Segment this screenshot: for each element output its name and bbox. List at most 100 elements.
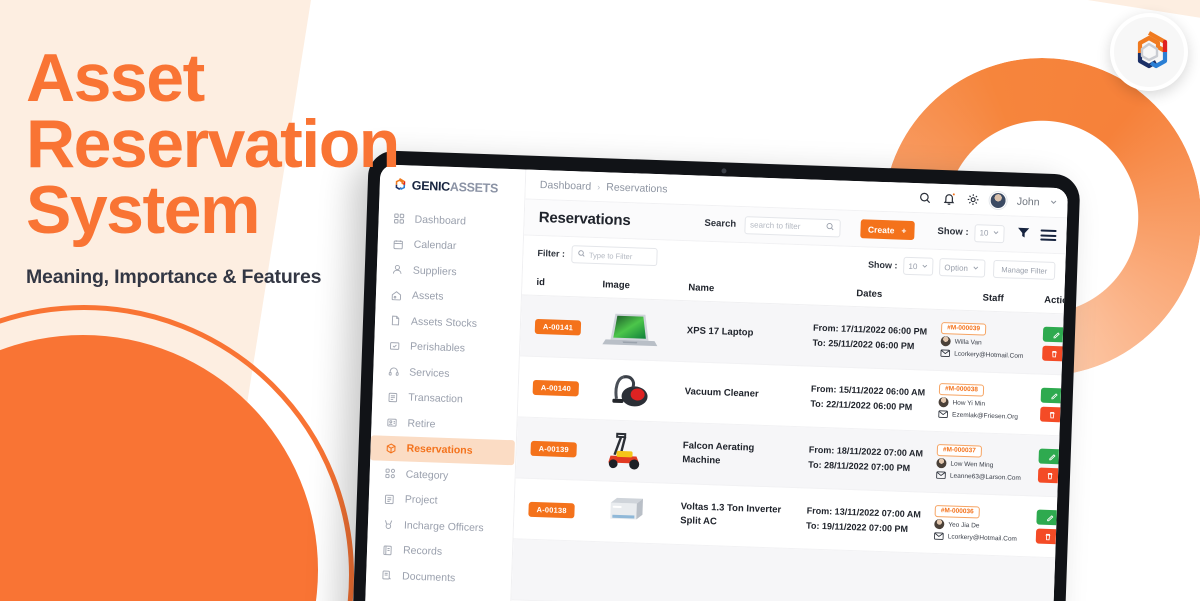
column-header-action: Action — [1043, 294, 1069, 307]
id-card-icon — [385, 416, 398, 429]
filter-label: Filter : — [537, 247, 566, 259]
hero-title-line2: System — [26, 171, 260, 248]
poster-stage: Asset Reservation System Meaning, Import… — [0, 0, 1200, 601]
project-icon — [383, 492, 396, 505]
brand-badge-logo — [1110, 13, 1188, 91]
show-count-select[interactable]: 10 — [974, 223, 1005, 243]
edit-button[interactable]: Edit — [1038, 448, 1064, 466]
staff-email: Leanne63@Larson.Com — [949, 472, 1021, 482]
delete-label: Delet — [1055, 532, 1064, 542]
top-bar-actions: John — [918, 189, 1058, 211]
chevron-down-icon — [992, 229, 999, 238]
row-name: XPS 17 Laptop — [686, 325, 754, 339]
delete-label: Delet — [1057, 471, 1064, 481]
app-screen: GENICASSETS Dashboard Calendar Suppliers — [363, 164, 1069, 601]
column-header-id: id — [536, 276, 546, 289]
main-content: Dashboard › Reservations John Reservatio… — [509, 169, 1069, 601]
chevron-down-icon[interactable] — [1049, 196, 1057, 208]
vacuum-cleaner-image — [598, 368, 659, 412]
staff-name: Willa Van — [954, 338, 982, 346]
delete-label: Delet — [1062, 349, 1064, 359]
search-label: Search — [704, 217, 737, 230]
box-icon — [384, 441, 397, 454]
manage-filter-button[interactable]: Manage Filter — [993, 259, 1056, 281]
edit-icon — [1047, 514, 1054, 521]
mail-icon — [936, 470, 946, 480]
device-camera — [721, 168, 727, 174]
edit-button[interactable]: Edit — [1036, 509, 1064, 527]
sidebar-item-label: Incharge Officers — [403, 519, 484, 534]
filter-funnel-icon[interactable] — [1016, 226, 1031, 243]
chevron-down-icon — [972, 264, 979, 273]
bell-icon[interactable] — [942, 191, 957, 206]
menu-burger-icon[interactable] — [1040, 229, 1057, 242]
edit-icon — [1049, 453, 1056, 460]
search-icon — [825, 221, 834, 233]
book-icon — [381, 543, 394, 556]
edit-icon — [1051, 392, 1058, 399]
home-icon — [390, 289, 403, 302]
option-select[interactable]: Option — [939, 257, 986, 278]
filter-show-select[interactable]: 10 — [903, 256, 934, 276]
delete-button[interactable]: Delet — [1039, 406, 1064, 424]
row-staff: #M-000038 How Yi Min Ezemlak@Friesen.Org — [938, 382, 1041, 424]
delete-button[interactable]: Delet — [1042, 345, 1064, 363]
hero-block: Asset Reservation System Meaning, Import… — [26, 44, 426, 289]
sidebar-item-label: Transaction — [408, 391, 464, 406]
brand-name-light: ASSETS — [449, 179, 499, 196]
edit-label: Edit — [1058, 513, 1064, 523]
sidebar-item-label: Services — [409, 366, 450, 380]
sidebar-item-label: Project — [404, 493, 438, 507]
delete-button[interactable]: Delet — [1035, 528, 1064, 546]
breadcrumb-parent[interactable]: Dashboard — [540, 178, 592, 192]
search-placeholder: search to filter — [749, 220, 801, 232]
sidebar-item-documents[interactable]: Documents — [366, 562, 512, 593]
sidebar-item-label: Documents — [401, 570, 456, 585]
file-icon — [389, 314, 402, 327]
filter-input[interactable]: Type to Filter — [570, 245, 658, 267]
create-button-label: Create — [867, 223, 895, 235]
row-id-badge: A-00141 — [534, 318, 582, 336]
mail-icon — [934, 531, 944, 541]
staff-avatar — [934, 518, 945, 530]
edit-icon — [1053, 331, 1060, 338]
breadcrumb-separator: › — [597, 181, 601, 192]
staff-name: Low Wen Ming — [950, 459, 994, 469]
delete-label: Delet — [1059, 410, 1064, 420]
column-header-dates: Dates — [856, 288, 883, 300]
edit-label: Edit — [1060, 452, 1064, 462]
search-input[interactable]: search to filter — [743, 215, 841, 237]
category-icon — [383, 467, 396, 480]
sidebar-item-label: Records — [402, 544, 443, 559]
trash-icon — [1047, 472, 1053, 479]
delete-button[interactable]: Delet — [1037, 467, 1064, 485]
edit-label: Edit — [1063, 391, 1064, 400]
breadcrumb: Dashboard › Reservations — [540, 178, 668, 194]
row-name: Voltas 1.3 Ton Inverter Split AC — [680, 501, 782, 528]
create-button[interactable]: Create + — [859, 219, 915, 241]
staff-code-badge: #M-000038 — [938, 382, 985, 397]
user-name[interactable]: John — [1017, 195, 1040, 208]
page-title: Asset Reservation System — [26, 44, 426, 244]
show-label: Show : — [937, 225, 969, 238]
staff-avatar — [938, 397, 949, 408]
search-icon[interactable] — [918, 191, 932, 205]
hero-title-line1: Asset Reservation — [26, 40, 400, 182]
edit-button[interactable]: Edit — [1040, 387, 1064, 405]
chevron-down-icon — [921, 262, 928, 271]
hero-subtitle: Meaning, Importance & Features — [26, 265, 322, 288]
staff-avatar — [936, 457, 947, 469]
avatar[interactable] — [989, 191, 1008, 210]
filter-placeholder: Type to Filter — [588, 250, 633, 261]
edit-button[interactable]: Edit — [1042, 326, 1064, 344]
notification-badge — [951, 191, 957, 197]
lawn-mower-image — [596, 429, 657, 473]
row-actions: Edit Delet — [1037, 448, 1064, 485]
filter-show-value: 10 — [908, 261, 918, 271]
row-name: Falcon Aerating Machine — [682, 440, 755, 467]
genic-hexagon-icon — [1137, 31, 1168, 69]
staff-code-badge: #M-000039 — [940, 321, 987, 336]
air-conditioner-image — [594, 490, 655, 534]
check-box-icon — [388, 340, 401, 353]
gear-icon[interactable] — [966, 192, 980, 206]
